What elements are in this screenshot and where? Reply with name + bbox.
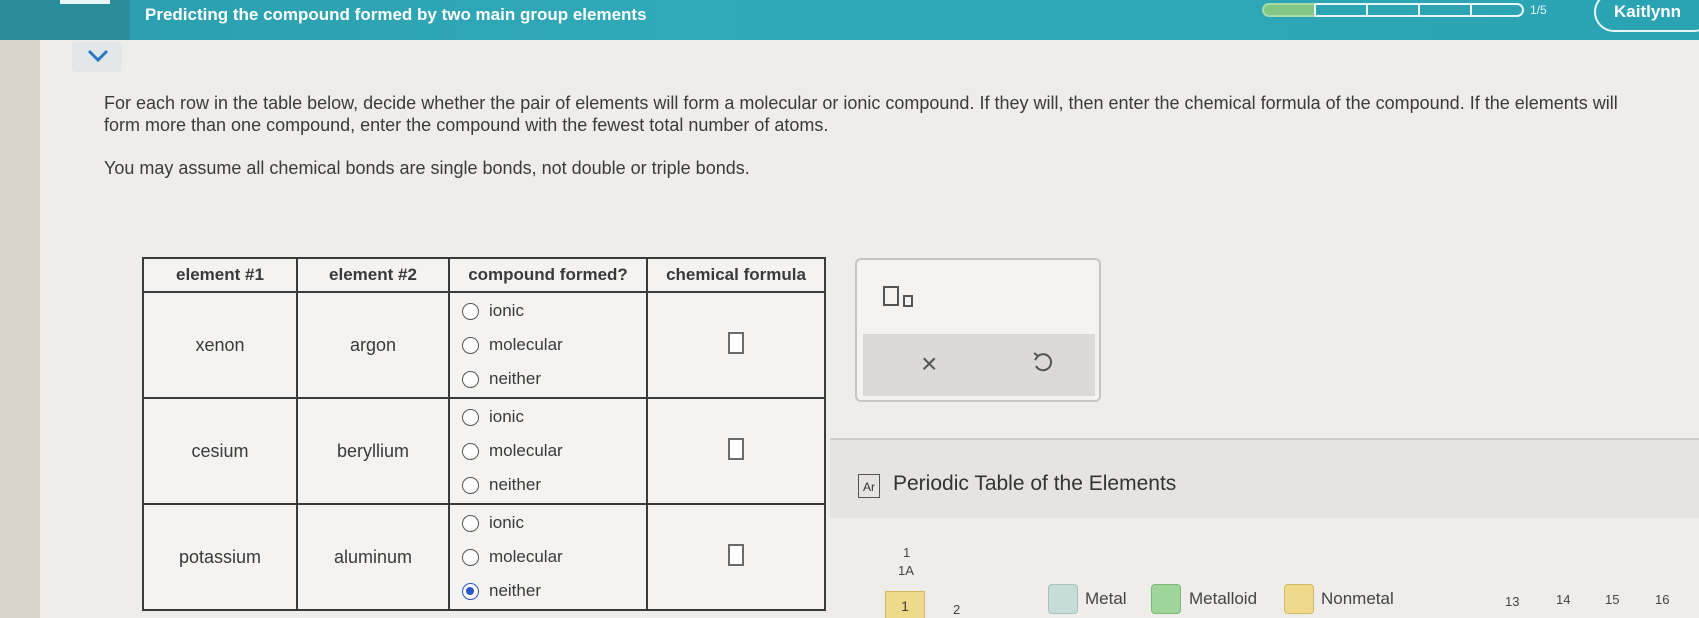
legend-nonmetal-swatch (1284, 584, 1314, 614)
group-2-label: 2 (953, 602, 961, 617)
table-header-row: element #1 element #2 compound formed? c… (142, 257, 826, 293)
collapse-button[interactable] (72, 42, 122, 72)
radio-neither[interactable]: neither (462, 362, 646, 396)
chevron-down-icon (87, 49, 109, 63)
table-row: xenon argon ionic molecular neither (142, 291, 826, 399)
page-title: Predicting the compound formed by two ma… (145, 5, 647, 24)
radio-circle[interactable] (462, 302, 479, 320)
subscript-small-box (903, 295, 913, 307)
radio-circle[interactable] (462, 370, 479, 388)
user-menu-button[interactable]: Kaitlynn (1594, 0, 1699, 32)
radio-circle[interactable] (462, 336, 479, 354)
formula-input[interactable] (728, 543, 744, 566)
legend-metal-label: Metal (1085, 589, 1127, 608)
radio-circle[interactable] (462, 476, 479, 494)
progress-segment-3 (1366, 3, 1420, 17)
radio-label: molecular (489, 441, 563, 460)
undo-icon[interactable] (1031, 350, 1055, 376)
radio-ionic[interactable]: ionic (462, 294, 646, 328)
formula-input[interactable] (728, 331, 744, 354)
header-element-1: element #1 (142, 257, 298, 293)
radio-circle-selected[interactable] (462, 582, 479, 600)
header-compound-formed: compound formed? (448, 257, 648, 293)
bond-note: You may assume all chemical bonds are si… (104, 158, 750, 178)
clear-button[interactable]: × (921, 348, 937, 380)
progress-segment-1 (1262, 3, 1316, 17)
formula-input[interactable] (728, 437, 744, 460)
instructions-text: For each row in the table below, decide … (104, 93, 1618, 135)
radio-neither[interactable]: neither (462, 574, 646, 608)
group-16-number: 16 (1655, 592, 1670, 607)
element-2-cell: aluminum (296, 503, 450, 611)
radio-label: neither (489, 581, 541, 600)
legend-metal-swatch (1048, 584, 1078, 614)
answer-table: element #1 element #2 compound formed? c… (142, 257, 826, 611)
radio-label: molecular (489, 335, 563, 354)
tools-actions: × (863, 334, 1095, 396)
radio-label: neither (489, 475, 541, 494)
formula-cell (646, 397, 826, 505)
group-1-number: 1 (903, 545, 911, 560)
element-1-cell: xenon (142, 291, 298, 399)
formula-tools-palette: × (855, 258, 1101, 402)
progress-indicator: 1/5 (1262, 3, 1547, 17)
radio-label: ionic (489, 513, 524, 532)
group-13-number: 13 (1505, 594, 1520, 609)
radio-ionic[interactable]: ionic (462, 400, 646, 434)
periodic-table-title[interactable]: Periodic Table of the Elements (893, 472, 1176, 496)
radio-molecular[interactable]: molecular (462, 434, 646, 468)
radio-molecular[interactable]: molecular (462, 328, 646, 362)
element-2-cell: beryllium (296, 397, 450, 505)
progress-count: 1/5 (1530, 3, 1547, 17)
compound-radio-group: ionic molecular neither (448, 397, 648, 505)
radio-neither[interactable]: neither (462, 468, 646, 502)
header-chemical-formula: chemical formula (646, 257, 826, 293)
radio-circle[interactable] (462, 408, 479, 426)
radio-label: ionic (489, 301, 524, 320)
legend-metalloid-label: Metalloid (1189, 589, 1258, 608)
group-14-number: 14 (1556, 592, 1571, 607)
top-bar: Predicting the compound formed by two ma… (0, 0, 1699, 40)
radio-label: molecular (489, 547, 563, 566)
progress-segment-4 (1418, 3, 1472, 17)
radio-molecular[interactable]: molecular (462, 540, 646, 574)
progress-segment-5 (1470, 3, 1524, 17)
menu-strip[interactable] (0, 0, 130, 40)
element-cell-hydrogen[interactable]: 1 (885, 591, 925, 618)
formula-cell (646, 503, 826, 611)
element-1-cell: cesium (142, 397, 298, 505)
radio-circle[interactable] (462, 442, 479, 460)
formula-cell (646, 291, 826, 399)
table-row: cesium beryllium ionic molecular neither (142, 397, 826, 505)
radio-ionic[interactable]: ionic (462, 506, 646, 540)
compound-radio-group: ionic molecular neither (448, 291, 648, 399)
radio-label: neither (489, 369, 541, 388)
progress-segment-2 (1314, 3, 1368, 17)
element-1-cell: potassium (142, 503, 298, 611)
radio-circle[interactable] (462, 514, 479, 532)
table-row: potassium aluminum ionic molecular neith… (142, 503, 826, 611)
radio-circle[interactable] (462, 548, 479, 566)
header-element-2: element #2 (296, 257, 450, 293)
menu-bar-mark (60, 0, 110, 4)
group-15-number: 15 (1605, 592, 1620, 607)
legend-metalloid-swatch (1151, 584, 1181, 614)
legend-nonmetal-label: Nonmetal (1321, 589, 1394, 608)
compound-radio-group: ionic molecular neither (448, 503, 648, 611)
radio-label: ionic (489, 407, 524, 426)
group-1-label: 1A (898, 563, 914, 578)
periodic-table-icon: Ar (858, 474, 880, 498)
subscript-base-box (883, 286, 899, 306)
element-2-cell: argon (296, 291, 450, 399)
